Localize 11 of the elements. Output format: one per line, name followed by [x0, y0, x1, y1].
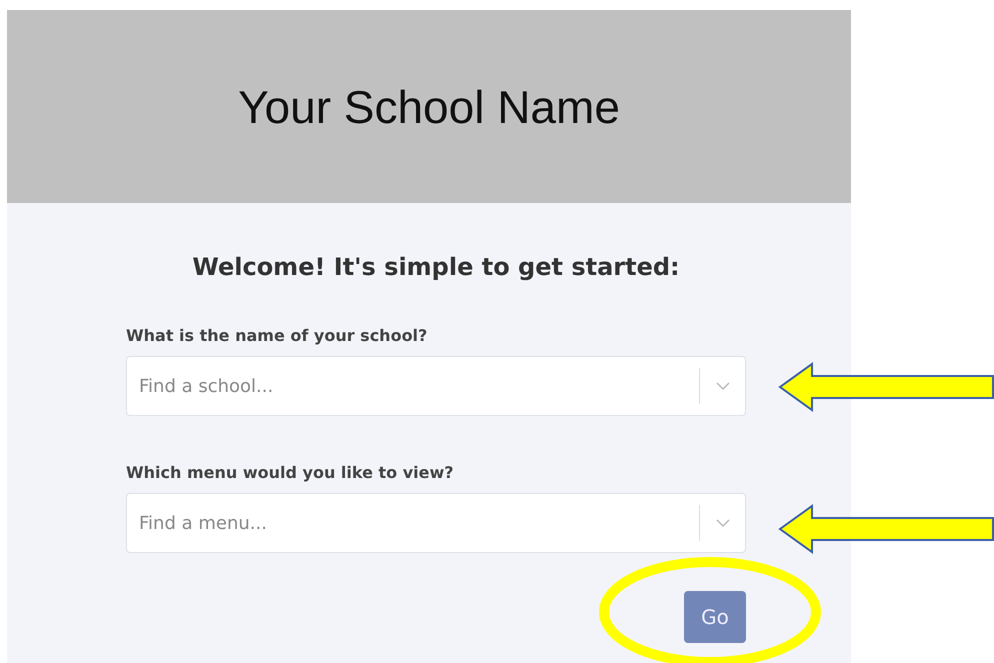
welcome-heading: Welcome! It's simple to get started:: [191, 253, 681, 281]
search-select[interactable]: Find a school...: [126, 356, 746, 416]
chevron-down-icon: [716, 381, 730, 391]
school-name-title: Your School Name: [238, 80, 620, 134]
field-label: What is the name of your school?: [126, 326, 428, 345]
search-select[interactable]: Find a menu...: [126, 493, 746, 553]
search-input[interactable]: Find a menu...: [127, 512, 699, 534]
field-label: Which menu would you like to view?: [126, 463, 455, 482]
chevron-down-icon: [716, 518, 730, 528]
go-button[interactable]: Go: [684, 591, 746, 643]
search-input[interactable]: Find a school...: [127, 376, 699, 396]
